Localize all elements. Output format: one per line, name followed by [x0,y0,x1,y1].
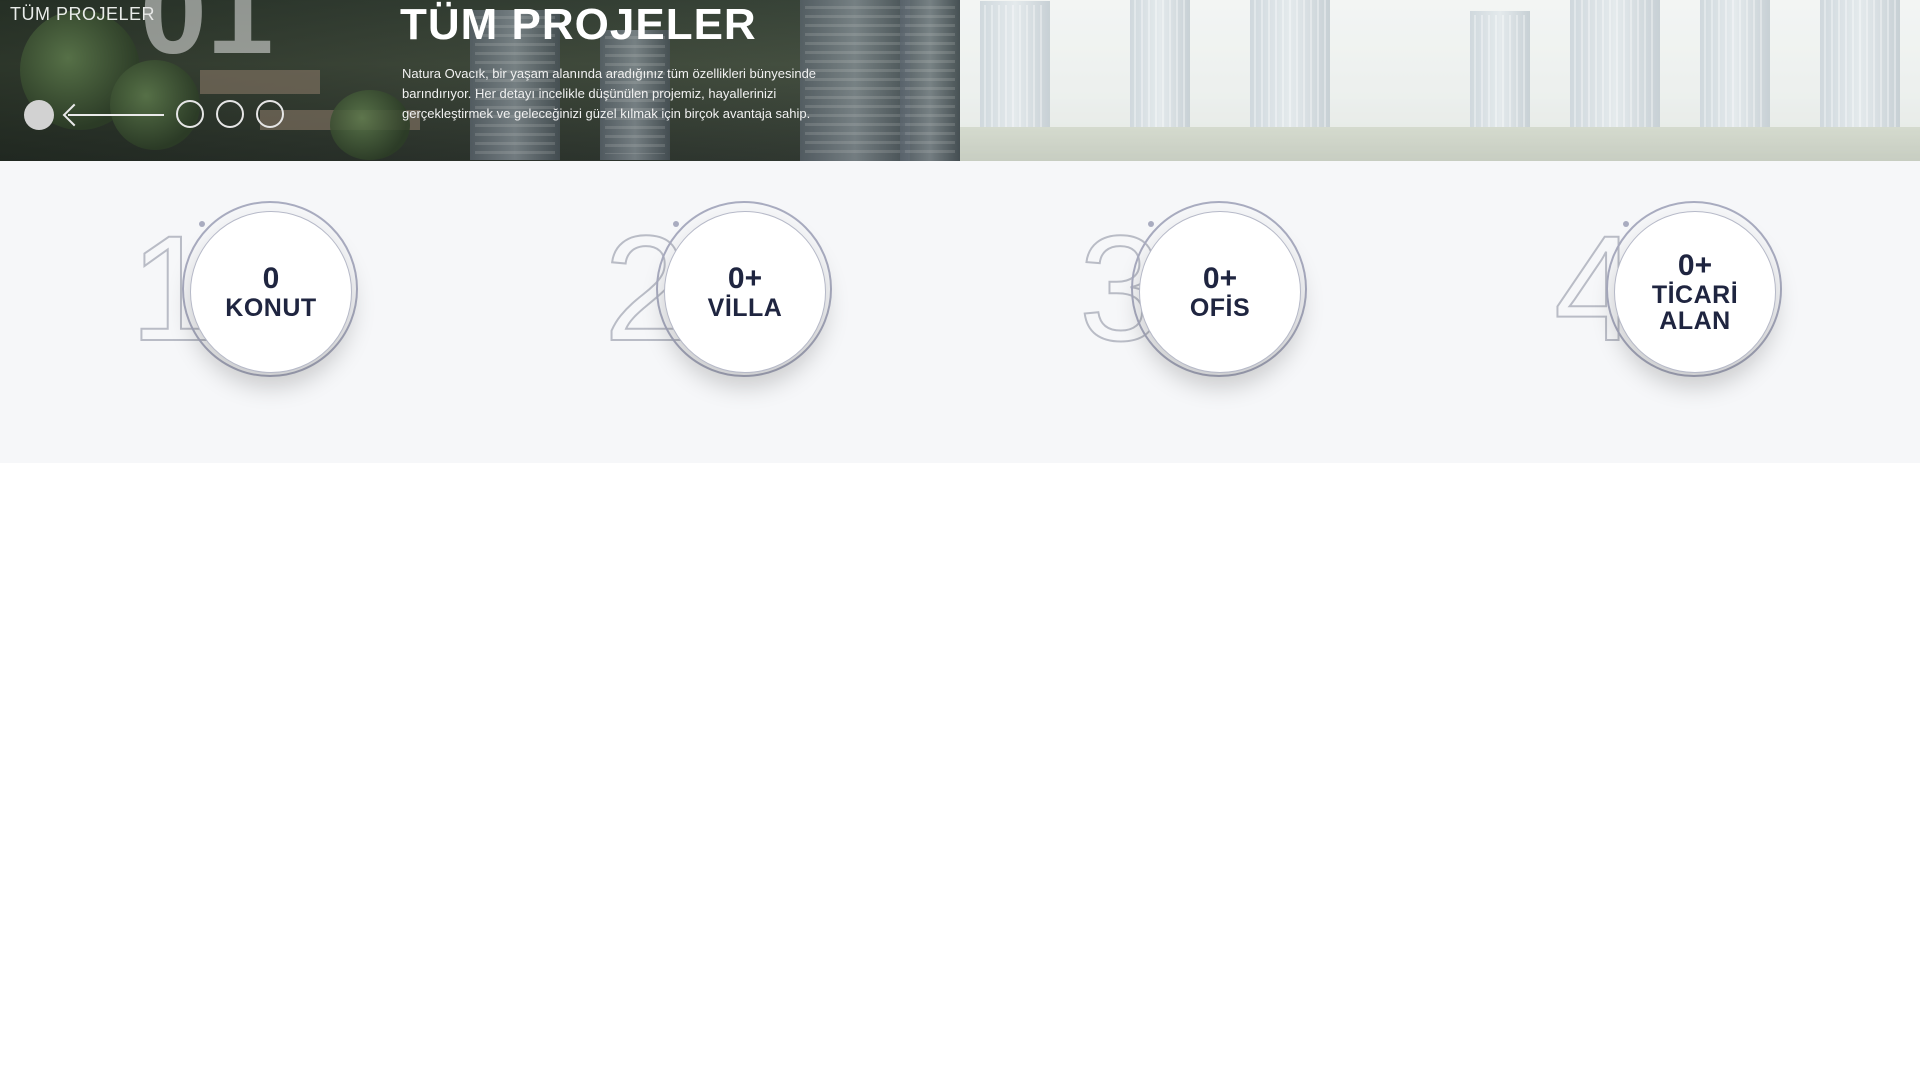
stat-value: 0+ [1677,249,1713,282]
slider-dot-2[interactable] [176,100,204,128]
slider-dot-4[interactable] [256,100,284,128]
stats-section: 1 0 KONUT 2 0+ VİLLA 3 0+ OFİS 4 0+ TİCA… [0,161,1920,463]
stat-circle: 0+ TİCARİ ALAN [1614,211,1776,373]
stat-ticari-alan: 4 0+ TİCARİ ALAN [1553,201,1800,401]
slider-dot-3[interactable] [216,100,244,128]
stat-circle: 0 KONUT [190,211,352,373]
stat-value: 0 [262,262,280,295]
hero-image-right [960,0,1920,161]
stat-value: 0+ [727,262,763,295]
hero-slider: TÜM PROJELER 01 TÜM PROJELER Natura Ovac… [0,0,1920,161]
stat-label: VİLLA [707,294,783,322]
stat-ofis: 3 0+ OFİS [1078,201,1325,401]
slider-dot-active[interactable] [24,100,54,130]
stat-konut: 1 0 KONUT [129,201,376,401]
stat-circle: 0+ VİLLA [664,211,826,373]
stat-circle: 0+ OFİS [1139,211,1301,373]
stat-value: 0+ [1202,262,1238,295]
hero-title: TÜM PROJELER [400,0,757,49]
stat-label: OFİS [1189,294,1251,322]
slider-controls [24,98,304,132]
stat-label: KONUT [225,294,317,322]
hero-kicker: TÜM PROJELER [10,4,156,24]
hero-description: Natura Ovacık, bir yaşam alanında aradığ… [402,66,817,121]
slide-number: 01 [140,0,274,79]
stat-villa: 2 0+ VİLLA [603,201,850,401]
stat-label: TİCARİ ALAN [1651,281,1739,335]
